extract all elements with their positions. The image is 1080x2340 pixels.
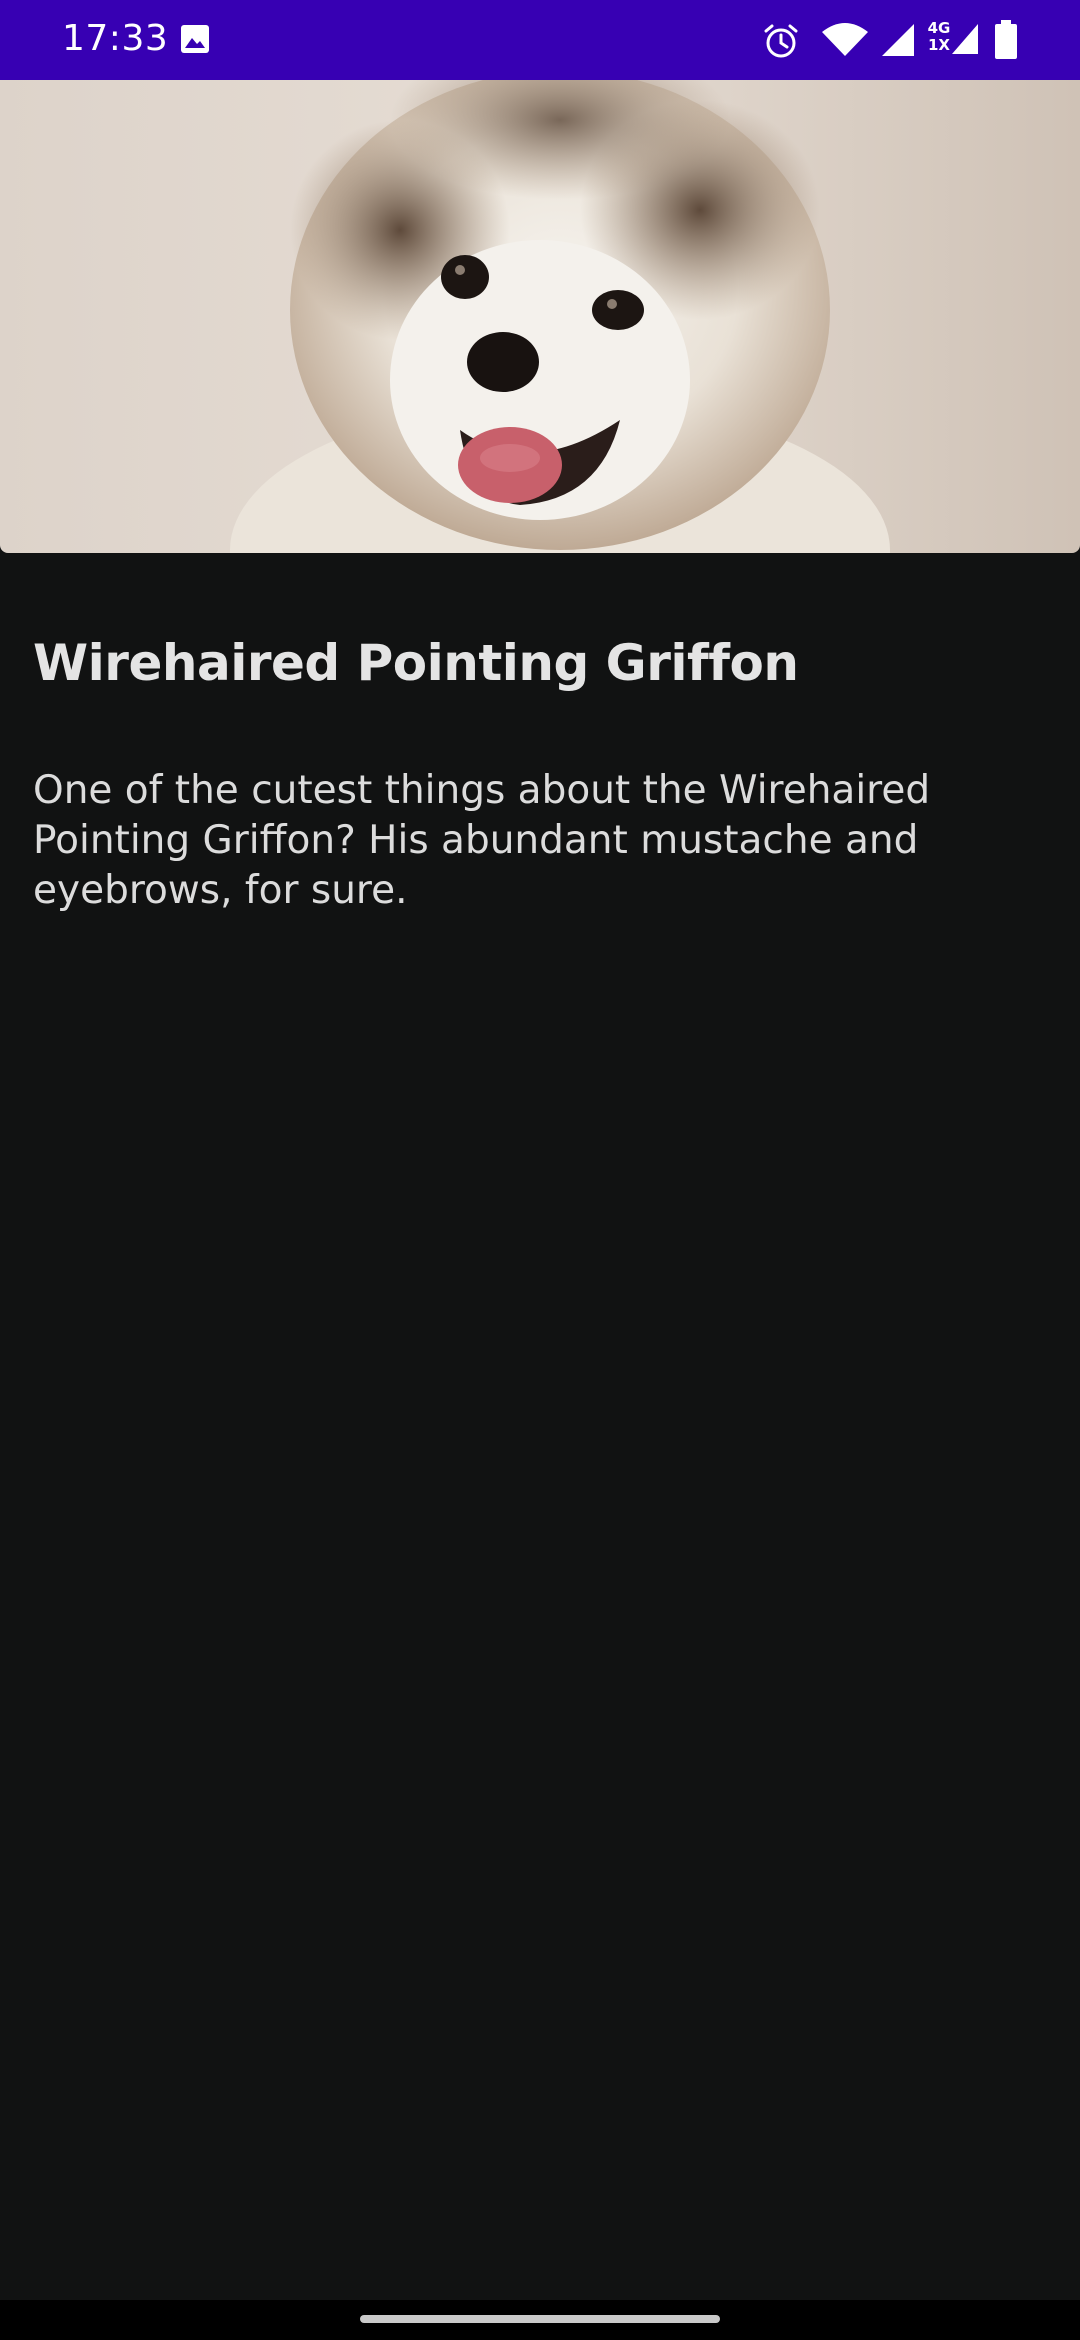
page-title: Wirehaired Pointing Griffon [33, 634, 799, 692]
gallery-icon [180, 24, 210, 59]
status-bar: 17:33 4G 1X [0, 0, 1080, 80]
detail-screen: 17:33 4G 1X Wirehaired Pointing Griffon … [0, 0, 1080, 2340]
wifi-icon [820, 22, 870, 63]
status-time: 17:33 [62, 18, 169, 59]
alarm-icon [762, 22, 800, 65]
home-gesture-bar[interactable] [360, 2315, 720, 2323]
breed-description: One of the cutest things about the Wireh… [33, 768, 931, 913]
signal-icon [950, 22, 980, 61]
dog-photo [0, 80, 1080, 553]
navigation-bar [0, 2300, 1080, 2340]
battery-icon [994, 20, 1018, 65]
signal-icon [880, 24, 916, 63]
